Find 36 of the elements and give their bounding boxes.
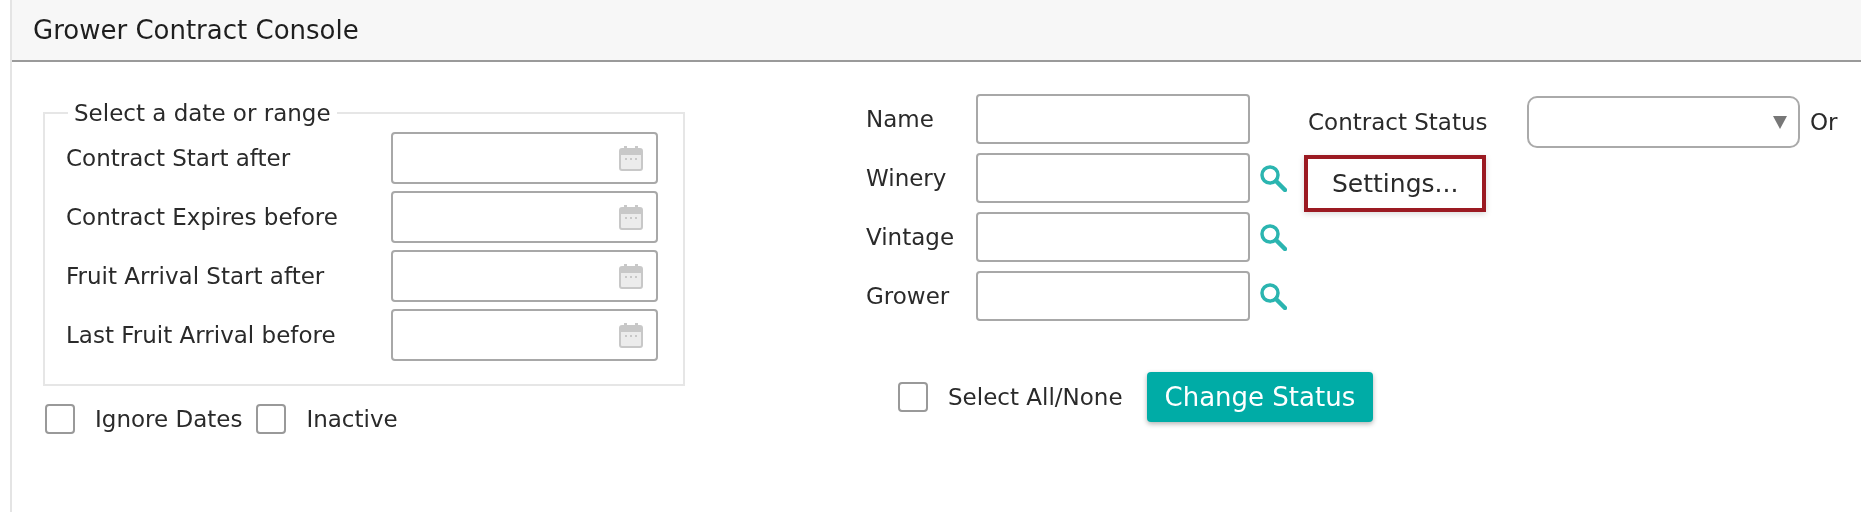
search-icon[interactable] xyxy=(1259,282,1287,310)
field-label: Contract Start after xyxy=(66,145,292,171)
checkbox[interactable] xyxy=(256,404,287,434)
field-label: Vintage xyxy=(866,224,956,250)
checkbox[interactable] xyxy=(898,382,928,412)
status-dropdown[interactable] xyxy=(1527,96,1800,148)
input-field[interactable] xyxy=(976,153,1250,203)
field-label: Last Fruit Arrival before xyxy=(66,322,337,348)
checkbox-label: Ignore Dates xyxy=(95,406,243,432)
calendar-icon[interactable] xyxy=(618,263,644,289)
date-field[interactable] xyxy=(391,250,658,302)
input-field[interactable] xyxy=(976,94,1250,144)
checkbox-label: Select All/None xyxy=(948,384,1123,410)
checkbox-label: Inactive xyxy=(306,406,398,432)
search-icon[interactable] xyxy=(1259,164,1287,192)
field-label: Name xyxy=(866,106,935,132)
calendar-icon[interactable] xyxy=(618,204,644,230)
field-label: Grower xyxy=(866,283,951,309)
input-field[interactable] xyxy=(976,271,1250,321)
date-field[interactable] xyxy=(391,309,658,361)
dropdown-arrow-icon[interactable] xyxy=(1772,114,1788,130)
panel-legend: Select a date or range xyxy=(68,100,337,126)
field-label: Fruit Arrival Start after xyxy=(66,263,326,289)
checkbox[interactable] xyxy=(45,404,75,434)
field-label: Contract Expires before xyxy=(66,204,339,230)
date-field[interactable] xyxy=(391,191,658,243)
calendar-icon[interactable] xyxy=(618,145,644,171)
page-title: Grower Contract Console xyxy=(33,15,359,45)
search-icon[interactable] xyxy=(1259,223,1287,251)
field-label: Or xyxy=(1810,109,1838,135)
input-field[interactable] xyxy=(976,212,1250,262)
settings-button[interactable]: Settings... xyxy=(1304,155,1487,212)
date-field[interactable] xyxy=(391,132,658,184)
field-label: Contract Status xyxy=(1308,109,1489,135)
calendar-icon[interactable] xyxy=(618,322,644,348)
field-label: Winery xyxy=(866,165,948,191)
